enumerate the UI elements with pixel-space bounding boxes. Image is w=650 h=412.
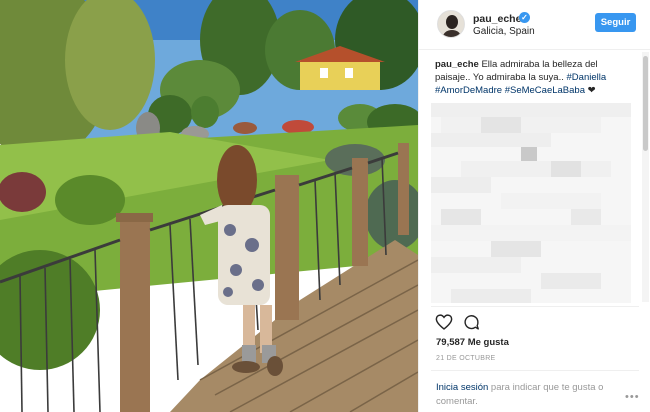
scrollbar-thumb[interactable] (643, 56, 648, 151)
likes-count[interactable]: 79,587 Me gusta (436, 337, 509, 348)
heart-emoji: ❤ (587, 85, 596, 96)
location-link[interactable]: Galicia, Spain (473, 26, 535, 37)
divider (431, 370, 639, 371)
verified-badge-icon: ✓ (519, 12, 530, 23)
speech-bubble-icon[interactable] (463, 314, 480, 331)
more-options-icon[interactable]: ••• (625, 391, 640, 403)
post-date: 21 DE OCTUBRE (436, 355, 496, 362)
heart-outline-icon[interactable] (435, 314, 453, 330)
divider (431, 306, 639, 307)
post-photo[interactable] (0, 0, 418, 412)
follow-button[interactable]: Seguir (595, 13, 636, 32)
avatar-image (438, 11, 464, 37)
post-header: pau_eche ✓ Galicia, Spain Seguir (419, 0, 650, 50)
comments-scrollbar[interactable] (642, 52, 649, 302)
login-prompt: Inicia sesión para indicar que te gusta … (436, 381, 621, 409)
hashtag-link[interactable]: #SeMeCaeLaBaba (505, 85, 585, 96)
post-side-panel: pau_eche ✓ Galicia, Spain Seguir pau_ech… (418, 0, 650, 412)
username-link[interactable]: pau_eche (473, 13, 521, 25)
photo-image (0, 0, 418, 412)
post-caption: pau_eche Ella admiraba la belleza del pa… (435, 58, 625, 97)
avatar[interactable] (437, 10, 465, 38)
caption-username-link[interactable]: pau_eche (435, 59, 479, 70)
login-link[interactable]: Inicia sesión (436, 382, 488, 393)
hashtag-link[interactable]: #Daniella (567, 72, 607, 83)
pixelated-comments-image (431, 103, 631, 303)
blurred-comments (431, 103, 631, 303)
hashtag-link[interactable]: #AmorDeMadre (435, 85, 502, 96)
